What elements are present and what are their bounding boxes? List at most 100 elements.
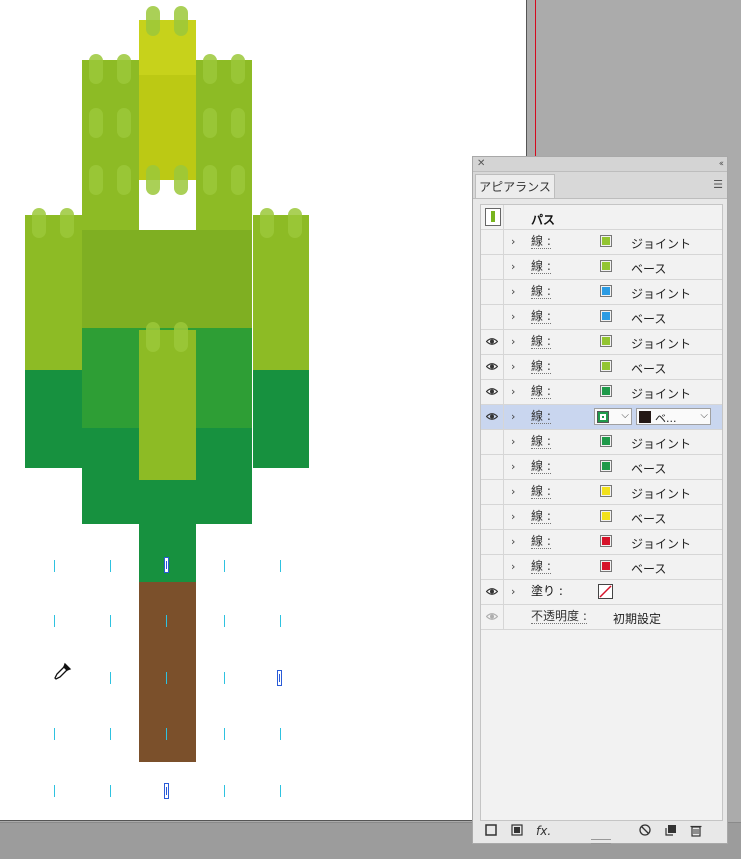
resize-grip[interactable] xyxy=(591,839,611,844)
stroke-color-swatch[interactable] xyxy=(600,460,612,472)
stroke-label[interactable]: 線 : xyxy=(531,310,551,324)
chevron-right-icon[interactable]: › xyxy=(511,585,515,598)
stroke-label[interactable]: 線 : xyxy=(531,285,551,299)
chevron-right-icon[interactable]: › xyxy=(511,535,515,548)
visibility-column[interactable] xyxy=(481,330,504,354)
appearance-list[interactable]: パス › 線 : ジョイント › 線 : ベース › 線 : ジョイント › 線 : ベース › 線 : ジ… xyxy=(480,204,723,821)
visibility-column[interactable] xyxy=(481,555,504,579)
double-chevron-left-icon[interactable]: ‹‹ xyxy=(719,157,724,171)
chevron-right-icon[interactable]: › xyxy=(511,560,515,573)
hamburger-menu-icon[interactable]: ☰ xyxy=(713,178,723,191)
visibility-column[interactable] xyxy=(481,280,504,304)
stroke-row[interactable]: › 線 : ベース xyxy=(481,305,722,330)
stroke-row[interactable]: › 線 : ベース xyxy=(481,455,722,480)
stroke-row[interactable]: › 線 : ジョイント xyxy=(481,530,722,555)
selection-handle-top[interactable] xyxy=(164,557,169,573)
chevron-right-icon[interactable]: › xyxy=(511,285,515,298)
stroke-row[interactable]: › 線 : ジョイント xyxy=(481,380,722,405)
duplicate-item-icon[interactable] xyxy=(665,824,677,839)
stroke-row[interactable]: › 線 : ベース xyxy=(481,255,722,280)
chevron-right-icon[interactable]: › xyxy=(511,360,515,373)
chevron-right-icon[interactable]: › xyxy=(511,310,515,323)
visibility-column[interactable] xyxy=(481,605,504,629)
stroke-color-dropdown[interactable]: ⌵ xyxy=(594,408,632,425)
stroke-color-swatch[interactable] xyxy=(600,260,612,272)
stroke-label[interactable]: 線 : xyxy=(531,435,551,449)
stroke-label[interactable]: 線 : xyxy=(531,235,551,249)
stroke-color-swatch[interactable] xyxy=(600,510,612,522)
stroke-row[interactable]: › 線 : ジョイント xyxy=(481,330,722,355)
visibility-column[interactable] xyxy=(481,480,504,504)
stroke-row[interactable]: › 線 : ジョイント xyxy=(481,230,722,255)
stroke-row[interactable]: › 線 : ベース xyxy=(481,555,722,580)
chevron-right-icon[interactable]: › xyxy=(511,510,515,523)
stroke-label[interactable]: 線 : xyxy=(531,385,551,399)
fill-none-swatch[interactable] xyxy=(598,584,613,599)
stroke-color-swatch[interactable] xyxy=(600,335,612,347)
add-new-fill-icon[interactable] xyxy=(511,824,523,839)
stroke-color-swatch[interactable] xyxy=(600,235,612,247)
stroke-color-swatch[interactable] xyxy=(600,485,612,497)
eye-icon[interactable] xyxy=(486,362,498,371)
visibility-column[interactable] xyxy=(481,580,504,604)
stroke-label[interactable]: 線 : xyxy=(531,535,551,549)
stroke-color-swatch[interactable] xyxy=(600,385,612,397)
opacity-row[interactable]: 不透明度 : 初期設定 xyxy=(481,605,722,630)
eye-icon[interactable] xyxy=(486,337,498,346)
chevron-right-icon[interactable]: › xyxy=(511,435,515,448)
chevron-right-icon[interactable]: › xyxy=(511,485,515,498)
visibility-column[interactable] xyxy=(481,405,504,429)
visibility-column[interactable] xyxy=(481,380,504,404)
chevron-right-icon[interactable]: › xyxy=(511,460,515,473)
eye-icon[interactable] xyxy=(486,412,498,421)
visibility-column[interactable] xyxy=(481,355,504,379)
eye-icon[interactable] xyxy=(486,587,498,596)
eye-icon[interactable] xyxy=(486,612,498,621)
stroke-row[interactable]: › 線 : ベース xyxy=(481,505,722,530)
stroke-row[interactable]: › 線 : ジョイント xyxy=(481,280,722,305)
panel-titlebar[interactable]: ✕ ‹‹ xyxy=(473,157,727,172)
close-icon[interactable]: ✕ xyxy=(477,157,485,171)
stroke-label[interactable]: 線 : xyxy=(531,410,551,424)
stroke-label[interactable]: 線 : xyxy=(531,260,551,274)
visibility-column[interactable] xyxy=(481,430,504,454)
add-effect-fx-icon[interactable]: fx. xyxy=(536,824,551,838)
visibility-column[interactable] xyxy=(481,305,504,329)
stroke-color-swatch[interactable] xyxy=(600,560,612,572)
opacity-label[interactable]: 不透明度 : xyxy=(531,610,587,624)
tab-appearance[interactable]: アピアランス xyxy=(475,174,555,198)
tree-artwork[interactable] xyxy=(0,0,526,820)
visibility-column[interactable] xyxy=(481,530,504,554)
stroke-color-swatch[interactable] xyxy=(600,360,612,372)
chevron-right-icon[interactable]: › xyxy=(511,385,515,398)
stroke-label[interactable]: 線 : xyxy=(531,560,551,574)
stroke-label[interactable]: 線 : xyxy=(531,360,551,374)
stroke-color-swatch[interactable] xyxy=(600,310,612,322)
eye-icon[interactable] xyxy=(486,387,498,396)
clear-appearance-icon[interactable] xyxy=(639,824,651,839)
brush-dropdown[interactable]: ベ... ⌵ xyxy=(636,408,711,425)
chevron-right-icon[interactable]: › xyxy=(511,335,515,348)
trash-icon[interactable] xyxy=(690,824,702,840)
stroke-color-swatch[interactable] xyxy=(600,285,612,297)
fill-row[interactable]: › 塗り : xyxy=(481,580,722,605)
stroke-label[interactable]: 線 : xyxy=(531,510,551,524)
stroke-label[interactable]: 線 : xyxy=(531,460,551,474)
appearance-title-row[interactable]: パス xyxy=(481,205,722,230)
stroke-row[interactable]: › 線 : ⌵ ベ... ⌵ xyxy=(481,405,722,430)
stroke-color-swatch[interactable] xyxy=(600,435,612,447)
stroke-label[interactable]: 線 : xyxy=(531,485,551,499)
fill-label[interactable]: 塗り : xyxy=(531,585,563,598)
selection-handle-bottom[interactable] xyxy=(164,783,169,799)
stroke-color-swatch[interactable] xyxy=(600,535,612,547)
add-new-stroke-icon[interactable] xyxy=(485,824,497,839)
stroke-row[interactable]: › 線 : ベース xyxy=(481,355,722,380)
chevron-right-icon[interactable]: › xyxy=(511,410,515,423)
visibility-column[interactable] xyxy=(481,255,504,279)
visibility-column[interactable] xyxy=(481,230,504,254)
chevron-right-icon[interactable]: › xyxy=(511,260,515,273)
stroke-row[interactable]: › 線 : ジョイント xyxy=(481,430,722,455)
stroke-row[interactable]: › 線 : ジョイント xyxy=(481,480,722,505)
visibility-column[interactable] xyxy=(481,505,504,529)
stroke-label[interactable]: 線 : xyxy=(531,335,551,349)
